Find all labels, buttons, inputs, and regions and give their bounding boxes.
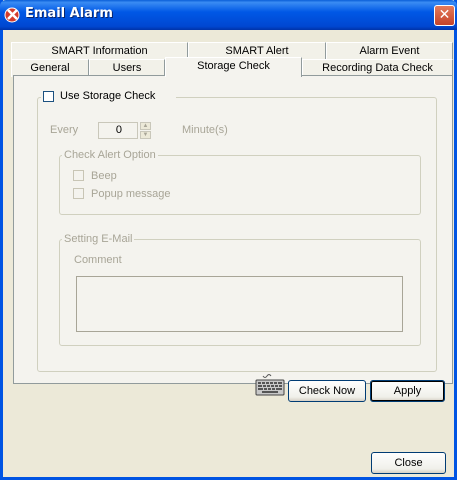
apply-button[interactable]: Apply bbox=[370, 380, 445, 402]
tab-label: Alarm Event bbox=[359, 45, 420, 57]
comment-label: Comment bbox=[74, 254, 122, 266]
every-minutes-field[interactable]: 0 bbox=[98, 122, 138, 139]
keyboard-icon[interactable] bbox=[255, 374, 285, 396]
comment-textarea[interactable] bbox=[76, 276, 403, 332]
tab-label: SMART Information bbox=[51, 45, 148, 57]
every-label: Every bbox=[50, 124, 79, 136]
minutes-unit-label: Minute(s) bbox=[182, 124, 228, 136]
close-window-button[interactable]: ✕ bbox=[434, 5, 455, 26]
app-logo-icon bbox=[4, 7, 20, 23]
popup-message-label: Popup message bbox=[91, 188, 171, 200]
use-storage-check-label: Use Storage Check bbox=[60, 90, 156, 102]
spin-up-button[interactable]: ▲ bbox=[140, 122, 151, 130]
tab-smart-information[interactable]: SMART Information bbox=[11, 42, 188, 60]
use-storage-check-checkbox[interactable] bbox=[43, 91, 54, 102]
beep-checkbox[interactable] bbox=[73, 170, 84, 181]
tab-label: Storage Check bbox=[197, 60, 270, 72]
storage-check-panel: Use Storage Check Every 0 ▲ ▼ Minute(s) … bbox=[13, 75, 453, 384]
check-alert-option-title: Check Alert Option bbox=[62, 149, 158, 161]
spin-down-button[interactable]: ▼ bbox=[140, 131, 151, 139]
tab-label: Users bbox=[112, 62, 142, 74]
tab-label: General bbox=[30, 62, 70, 74]
popup-message-checkbox[interactable] bbox=[73, 188, 84, 199]
close-button[interactable]: Close bbox=[371, 452, 446, 474]
tab-label: Recording Data Check bbox=[322, 62, 433, 74]
check-now-button[interactable]: Check Now bbox=[288, 380, 366, 402]
tab-label: SMART Alert bbox=[225, 45, 289, 57]
use-storage-check-row[interactable]: Use Storage Check bbox=[41, 90, 176, 104]
beep-label: Beep bbox=[91, 170, 117, 182]
tab-storage-check[interactable]: Storage Check bbox=[165, 57, 302, 77]
window-title: Email Alarm bbox=[25, 6, 113, 21]
title-bar[interactable]: Email Alarm ✕ bbox=[0, 0, 457, 30]
every-minutes-value: 0 bbox=[115, 124, 122, 136]
email-alarm-window: Email Alarm ✕ SMART Information SMART Al… bbox=[0, 0, 457, 480]
tab-alarm-event[interactable]: Alarm Event bbox=[326, 42, 453, 60]
setting-email-title: Setting E-Mail bbox=[62, 233, 135, 245]
check-alert-option-group bbox=[59, 155, 421, 215]
